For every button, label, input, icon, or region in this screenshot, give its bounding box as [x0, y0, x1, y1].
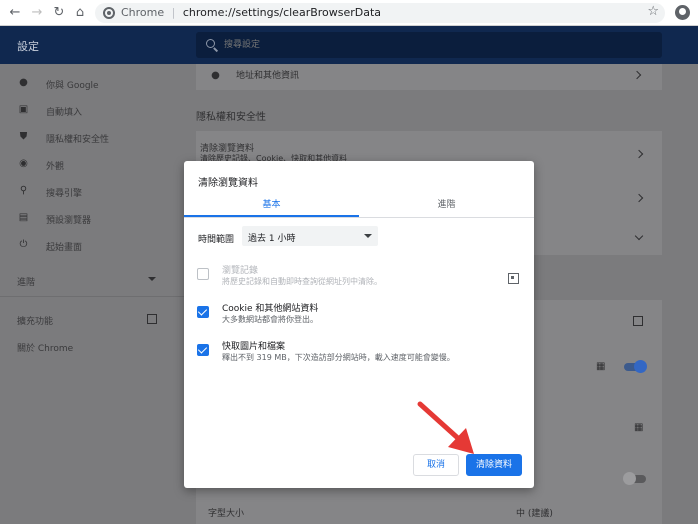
- power-icon: ⏻: [19, 239, 28, 250]
- open-external-icon[interactable]: [633, 316, 643, 326]
- forward-arrow-icon[interactable]: →: [28, 4, 46, 22]
- clear-data-button[interactable]: 清除資料: [466, 454, 522, 476]
- toggle-knob: [634, 360, 647, 373]
- settings-header: 設定: [0, 26, 698, 64]
- option-title: Cookie 和其他網站資料: [222, 304, 319, 314]
- bookmark-star-icon[interactable]: ☆: [647, 4, 659, 19]
- palette-icon: ◉: [19, 158, 28, 169]
- chrome-icon: [103, 7, 115, 19]
- option-title: 瀏覽記錄: [222, 266, 259, 276]
- sidebar-item-on-startup[interactable]: ⏻ 起始畫面: [0, 235, 184, 255]
- managed-building-icon: ▦: [634, 422, 644, 433]
- sidebar-item-label: 自動填入: [46, 108, 83, 118]
- cache-checkbox[interactable]: [197, 344, 209, 356]
- toggle-knob: [623, 472, 636, 485]
- sidebar-item-label: 你與 Google: [46, 81, 99, 91]
- chevron-down-icon: [634, 231, 644, 241]
- sidebar-advanced[interactable]: 進階: [17, 275, 35, 288]
- open-external-icon[interactable]: [147, 314, 157, 324]
- option-desc: 大多數網站都會將你登出。: [222, 315, 318, 324]
- reload-icon[interactable]: ↻: [50, 4, 68, 22]
- tab-basic[interactable]: 基本: [184, 197, 359, 217]
- address-row-label[interactable]: 地址和其他資訊: [236, 68, 299, 81]
- sidebar-extensions[interactable]: 擴充功能: [17, 314, 53, 327]
- chevron-right-icon: [634, 149, 644, 159]
- address-bar[interactable]: Chrome | chrome://settings/clearBrowserD…: [95, 3, 665, 23]
- page-title: 設定: [17, 40, 39, 53]
- sidebar-item-search-engine[interactable]: ⚲ 搜尋引擎: [0, 181, 184, 201]
- person-icon: ●: [19, 77, 28, 88]
- url-text: chrome://settings/clearBrowserData: [182, 6, 382, 19]
- sidebar-item-label: 搜尋引擎: [46, 189, 83, 199]
- home-icon[interactable]: ⌂: [71, 4, 89, 22]
- browser-toolbar: ← → ↻ ⌂ Chrome | chrome://settings/clear…: [0, 0, 698, 26]
- option-desc: 釋出不到 319 MB，下次造訪部分網站時，載入速度可能會變慢。: [222, 353, 455, 362]
- clear-browsing-data-dialog: 清除瀏覽資料 基本 進階 時間範圍 過去 1 小時 瀏覽記錄 將歷史記錄和自動即…: [184, 161, 534, 488]
- dropdown-arrow-icon: [364, 234, 372, 238]
- cookies-checkbox[interactable]: [197, 306, 209, 318]
- privacy-section-title: 隱私權和安全性: [196, 112, 266, 123]
- chevron-down-icon[interactable]: [148, 277, 156, 281]
- option-browsing-history: 瀏覽記錄 將歷史記錄和自動即時查詢從網址列中清除。: [184, 263, 534, 295]
- autofill-card: ● 地址和其他資訊: [196, 64, 662, 90]
- option-title: 快取圖片和檔案: [222, 342, 286, 352]
- sidebar-item-label: 起始畫面: [46, 243, 83, 253]
- sidebar-item-autofill[interactable]: ▣ 自動填入: [0, 100, 184, 120]
- cancel-button[interactable]: 取消: [413, 454, 459, 476]
- time-range-label: 時間範圍: [198, 235, 235, 245]
- option-cache[interactable]: 快取圖片和檔案 釋出不到 319 MB，下次造訪部分網站時，載入速度可能會變慢。: [184, 339, 534, 371]
- browsing-history-checkbox: [197, 268, 209, 280]
- clipboard-icon: ▣: [18, 104, 29, 115]
- url-separator: |: [171, 6, 176, 19]
- site-label: Chrome: [121, 6, 165, 19]
- magnifier-icon: ⚲: [19, 185, 28, 196]
- font-size-value[interactable]: 中 (建議): [516, 506, 553, 519]
- back-arrow-icon[interactable]: ←: [6, 4, 24, 22]
- sidebar-about-chrome[interactable]: 關於 Chrome: [17, 341, 73, 354]
- sidebar-item-label: 預設瀏覽器: [46, 216, 92, 226]
- tab-divider: [184, 217, 534, 218]
- option-desc: 將歷史記錄和自動即時查詢從網址列中清除。: [222, 277, 382, 286]
- sidebar-item-appearance[interactable]: ◉ 外觀: [0, 154, 184, 174]
- sidebar-item-you-and-google[interactable]: ● 你與 Google: [0, 73, 184, 93]
- chevron-right-icon: [634, 193, 644, 203]
- font-size-label: 字型大小: [208, 509, 245, 519]
- sidebar-item-default-browser[interactable]: ▤ 預設瀏覽器: [0, 208, 184, 228]
- settings-search-box[interactable]: [196, 32, 662, 58]
- shield-icon: ⛊: [19, 131, 28, 142]
- profile-avatar-icon[interactable]: [675, 5, 690, 20]
- tab-advanced[interactable]: 進階: [359, 197, 534, 217]
- dialog-title: 清除瀏覽資料: [198, 178, 258, 189]
- sidebar-divider: [0, 296, 184, 297]
- time-range-select[interactable]: 過去 1 小時: [242, 226, 378, 246]
- managed-building-icon: ▦: [596, 361, 606, 372]
- managed-building-icon: [508, 271, 519, 284]
- sidebar-item-label: 隱私權和安全性: [46, 135, 110, 145]
- toggle-switch-on[interactable]: [624, 360, 647, 373]
- time-range-value: 過去 1 小時: [248, 234, 296, 244]
- sidebar-item-label: 外觀: [46, 162, 65, 172]
- browser-window-icon: ▤: [18, 212, 29, 223]
- sidebar-item-privacy[interactable]: ⛊ 隱私權和安全性: [0, 127, 184, 147]
- search-icon: [206, 39, 215, 48]
- chevron-right-icon: [632, 70, 642, 80]
- option-cookies[interactable]: Cookie 和其他網站資料 大多數網站都會將你登出。: [184, 301, 534, 333]
- toggle-switch-off[interactable]: [623, 472, 646, 485]
- sidebar: ● 你與 Google ▣ 自動填入 ⛊ 隱私權和安全性 ◉ 外觀 ⚲ 搜尋引擎…: [0, 64, 184, 524]
- search-input[interactable]: [224, 36, 624, 54]
- location-pin-icon: ●: [211, 70, 220, 81]
